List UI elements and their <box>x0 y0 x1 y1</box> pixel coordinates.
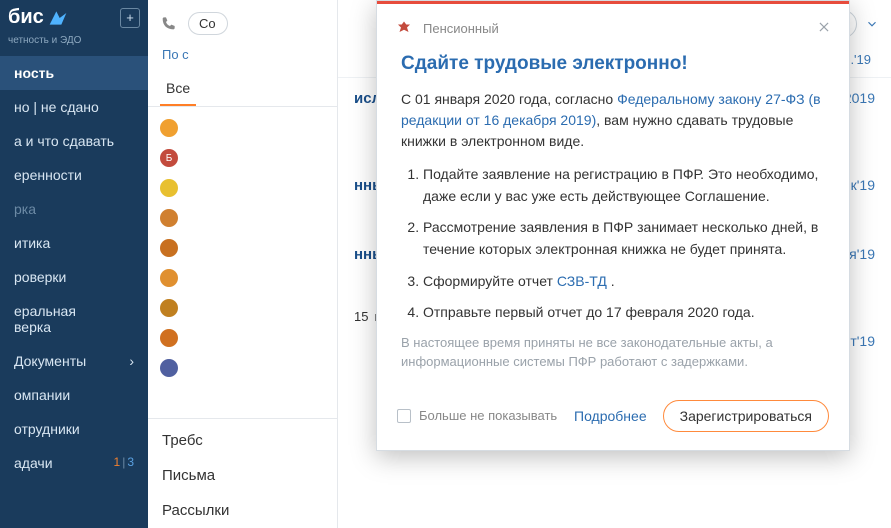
pension-modal: Пенсионный Сдайте трудовые электронно! С… <box>376 0 850 451</box>
modal-note: В настоящее время приняты не все законод… <box>401 334 825 372</box>
brand-logo[interactable]: бис <box>8 6 68 29</box>
filter-bottom-item-2[interactable]: Рассылки <box>148 493 337 528</box>
chevron-down-icon[interactable] <box>865 17 879 31</box>
modal-title: Сдайте трудовые электронно! <box>401 53 825 75</box>
agency-tabs: Все <box>148 72 337 107</box>
filter-search-input[interactable] <box>188 12 228 35</box>
agency-row-2[interactable] <box>148 173 337 203</box>
agency-icon <box>160 269 178 287</box>
agency-icon <box>160 299 178 317</box>
step-1: Подайте заявление на регистрацию в ПФР. … <box>423 164 825 207</box>
sidebar-item-1[interactable]: но | не сдано <box>0 90 148 124</box>
agency-icon <box>160 179 178 197</box>
sidebar-item-7[interactable]: еральная верка <box>0 294 148 344</box>
filter-top <box>148 0 337 39</box>
sidebar-item-3[interactable]: еренности <box>0 158 148 192</box>
close-button[interactable] <box>817 18 831 39</box>
agency-list: Б <box>148 107 337 418</box>
sidebar-item-5[interactable]: итика <box>0 226 148 260</box>
sidebar-item-2[interactable]: а и что сдавать <box>0 124 148 158</box>
sidebar-item-10[interactable]: отрудники <box>0 412 148 446</box>
agency-icon <box>160 329 178 347</box>
sidebar-item-4[interactable]: рка <box>0 192 148 226</box>
agency-icon <box>160 359 178 377</box>
brand-name: бис <box>8 6 44 29</box>
sidebar-counts: 1|3 <box>114 455 135 469</box>
filter-bottom-item-0[interactable]: Требс <box>148 423 337 458</box>
register-button[interactable]: Зарегистрироваться <box>663 400 829 432</box>
modal-body: Сдайте трудовые электронно! С 01 января … <box>377 53 849 386</box>
agency-icon <box>160 239 178 257</box>
agency-tab-0[interactable]: Все <box>160 72 196 106</box>
modal-footer: Больше не показывать Подробнее Зарегистр… <box>377 386 849 450</box>
agency-row-0[interactable] <box>148 113 337 143</box>
agency-icon <box>160 119 178 137</box>
dont-show-label: Больше не показывать <box>419 408 557 423</box>
dont-show-checkbox[interactable] <box>397 409 411 423</box>
agency-row-8[interactable] <box>148 353 337 383</box>
step-3: Сформируйте отчет СЗВ-ТД . <box>423 271 825 293</box>
agency-row-5[interactable] <box>148 263 337 293</box>
add-button[interactable]: + <box>120 8 140 28</box>
agency-icon: Б <box>160 149 178 167</box>
sidebar-item-8[interactable]: Документы › <box>0 344 148 378</box>
sidebar-item-11[interactable]: адачи1|3 <box>0 446 148 480</box>
filter-bottom-item-1[interactable]: Письма <box>148 458 337 493</box>
filter-link[interactable]: По с <box>148 39 337 72</box>
szv-td-link[interactable]: СЗВ-ТД <box>557 273 607 289</box>
date-day: 15 <box>354 309 368 324</box>
sidebar: бис + четность и ЭДО ностьно | не сданоа… <box>0 0 148 528</box>
modal-badge: Пенсионный <box>423 21 499 36</box>
agency-row-7[interactable] <box>148 323 337 353</box>
modal-steps: Подайте заявление на регистрацию в ПФР. … <box>401 164 825 324</box>
sidebar-item-9[interactable]: омпании <box>0 378 148 412</box>
sidebar-top: бис + <box>0 0 148 35</box>
step-2: Рассмотрение заявления в ПФР занимает не… <box>423 217 825 260</box>
main-area: IV кв.'19 исленности сотрудни...2019НС №… <box>338 0 891 528</box>
chevron-right-icon: › <box>129 353 134 369</box>
agency-row-4[interactable] <box>148 233 337 263</box>
more-link[interactable]: Подробнее <box>574 408 647 424</box>
close-icon <box>817 20 831 34</box>
agency-row-3[interactable] <box>148 203 337 233</box>
pension-icon <box>395 20 413 38</box>
step-4: Отправьте первый отчет до 17 февраля 202… <box>423 302 825 324</box>
modal-intro: С 01 января 2020 года, согласно Федераль… <box>401 89 825 152</box>
sidebar-item-0[interactable]: ность <box>0 56 148 90</box>
agency-icon <box>160 209 178 227</box>
filter-bottom-nav: ТребсПисьмаРассылки <box>148 418 337 528</box>
sidebar-item-6[interactable]: роверки <box>0 260 148 294</box>
filter-panel: По с Все Б ТребсПисьмаРассылки <box>148 0 338 528</box>
agency-row-6[interactable] <box>148 293 337 323</box>
brand-subtitle: четность и ЭДО <box>0 35 148 56</box>
agency-row-1[interactable]: Б <box>148 143 337 173</box>
bird-icon <box>48 8 68 28</box>
phone-icon[interactable] <box>160 16 176 32</box>
modal-header: Пенсионный <box>377 4 849 49</box>
